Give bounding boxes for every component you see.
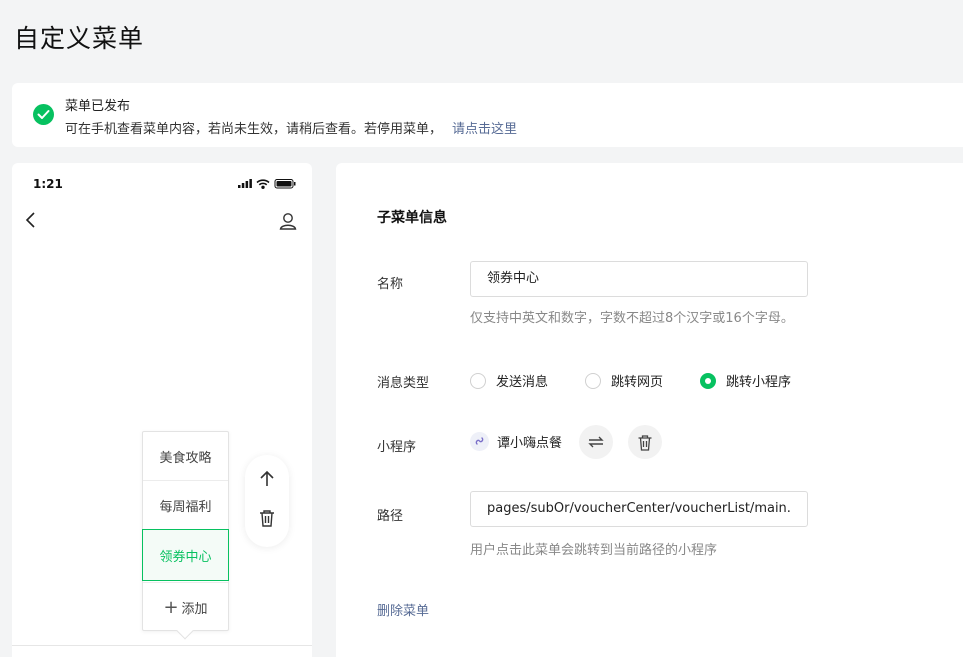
name-hint: 仅支持中英文和数字，字数不超过8个汉字或16个字母。 — [470, 311, 794, 326]
page-title: 自定义菜单 — [14, 24, 145, 53]
submenu-list: 美食攻略 每周福利 领券中心 + 添加 — [142, 431, 229, 640]
radio-circle — [585, 372, 601, 389]
path-input[interactable]: pages/subOr/voucherCenter/voucherList/ma… — [470, 491, 808, 527]
delete-menu-link[interactable]: 删除菜单 — [377, 600, 429, 619]
check-icon — [33, 104, 54, 125]
publish-notice: 菜单已发布 可在手机查看菜单内容，若尚未生效，请稍后查看。若停用菜单， 请点击这里 — [12, 83, 963, 147]
link-icon — [470, 432, 489, 451]
back-arrow-icon[interactable] — [24, 211, 38, 229]
mini-program-label: 小程序 — [377, 440, 417, 455]
message-type-label: 消息类型 — [377, 376, 430, 391]
radio-label: 跳转小程序 — [726, 375, 792, 390]
radio-jump-webpage[interactable]: 跳转网页 — [585, 371, 700, 390]
arrow-up-icon[interactable] — [257, 469, 277, 489]
mini-program-chip: 谭小嗨点餐 — [470, 432, 562, 451]
message-type-radio-group: 发送消息 跳转网页 跳转小程序 — [470, 371, 791, 390]
notice-title: 菜单已发布 — [65, 99, 131, 114]
remove-mini-program-button[interactable] — [628, 425, 662, 459]
radio-label: 跳转网页 — [611, 375, 664, 390]
disable-menu-link[interactable]: 请点击这里 — [452, 122, 517, 137]
add-submenu-label: 添加 — [181, 601, 208, 617]
submenu-item[interactable]: 美食攻略 — [143, 432, 228, 481]
plus-icon: + — [163, 596, 179, 618]
submenu-tools — [245, 455, 289, 547]
battery-icon — [274, 179, 296, 189]
submenu-item[interactable]: 每周福利 — [143, 481, 228, 530]
name-input[interactable]: 领券中心 — [470, 261, 808, 297]
path-label: 路径 — [377, 509, 404, 524]
submenu-info-panel: 子菜单信息 名称 领券中心 仅支持中英文和数字，字数不超过8个汉字或16个字母。… — [336, 163, 963, 657]
signal-icon — [238, 179, 252, 188]
menu-bar-divider — [12, 645, 312, 646]
status-time: 1:21 — [33, 177, 63, 191]
path-hint: 用户点击此菜单会跳转到当前路径的小程序 — [470, 543, 718, 558]
trash-icon[interactable] — [257, 508, 277, 528]
radio-jump-mini-program[interactable]: 跳转小程序 — [700, 371, 791, 390]
wifi-icon — [256, 179, 270, 190]
radio-send-message[interactable]: 发送消息 — [470, 371, 585, 390]
user-icon[interactable] — [278, 211, 298, 231]
radio-circle-checked — [700, 372, 716, 389]
trash-icon — [638, 434, 652, 451]
phone-preview: 1:21 美食攻略 每周福利 领券中心 + 添加 — [12, 163, 312, 657]
status-bar-icons — [238, 179, 296, 190]
swap-mini-program-button[interactable] — [579, 425, 613, 459]
mini-program-name: 谭小嗨点餐 — [497, 436, 563, 451]
radio-label: 发送消息 — [496, 375, 549, 390]
submenu-item-selected[interactable]: 领券中心 — [142, 529, 229, 581]
name-label: 名称 — [377, 277, 404, 292]
section-title: 子菜单信息 — [377, 210, 447, 226]
swap-icon — [588, 436, 604, 448]
notice-text: 可在手机查看菜单内容，若尚未生效，请稍后查看。若停用菜单， — [65, 122, 443, 137]
radio-circle — [470, 372, 486, 389]
notice-description: 可在手机查看菜单内容，若尚未生效，请稍后查看。若停用菜单， 请点击这里 — [65, 118, 517, 137]
